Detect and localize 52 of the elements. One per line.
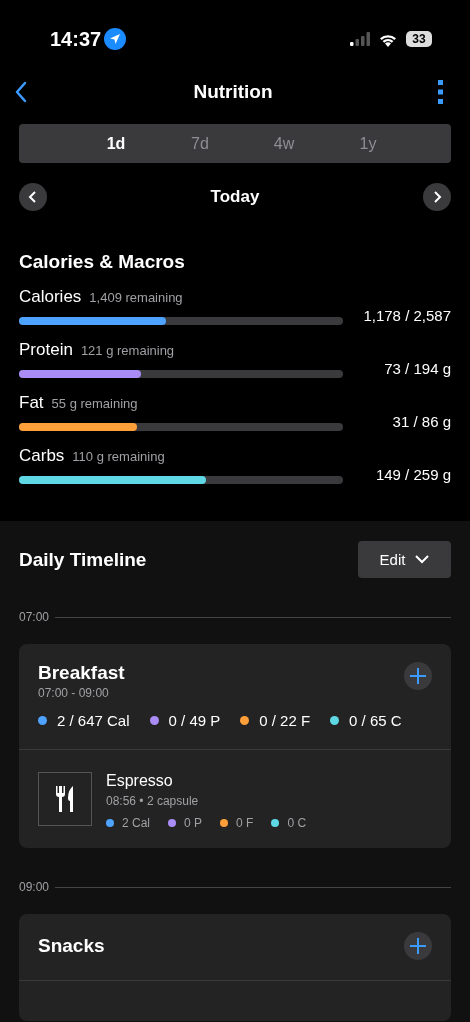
macro-reading: 73 / 194 g [384, 359, 451, 377]
section-title: Daily Timeline [19, 548, 147, 571]
date-label: Today [210, 187, 260, 207]
chevron-down-icon [415, 555, 430, 564]
status-time: 14:37 [50, 27, 102, 51]
time-marker: 09:00 [19, 880, 50, 894]
meal-name: Snacks [38, 935, 105, 957]
more-icon[interactable] [438, 80, 444, 104]
add-button[interactable] [404, 932, 432, 960]
chevron-right-icon [432, 190, 442, 204]
plus-icon [410, 938, 426, 954]
remaining-text: 1,409 remaining [89, 290, 183, 305]
plus-icon [410, 668, 426, 684]
macro-value: 0 / 65 C [349, 712, 402, 729]
meal-name: Breakfast [38, 662, 125, 684]
macro-value: 2 Cal [122, 816, 150, 830]
range-tab[interactable]: 7d [158, 124, 242, 163]
add-button[interactable] [404, 662, 432, 690]
macro-name: Fat [19, 393, 44, 413]
previous-day-button[interactable] [19, 183, 47, 211]
macro-value: 0 F [236, 816, 254, 830]
macro-value: 0 P [184, 816, 203, 830]
remaining-text: 121 g remaining [80, 343, 175, 358]
macro-name: Protein [19, 340, 73, 360]
meal-hours: 07:00 - 09:00 [38, 686, 110, 700]
time-marker: 07:00 [19, 610, 50, 624]
macro-reading: 1,178 / 2,587 [363, 306, 451, 324]
signal-icon [350, 32, 370, 46]
remaining-text: 110 g remaining [72, 449, 165, 464]
food-detail: 08:56 • 2 capsule [106, 794, 200, 808]
macro-value: 0 / 22 F [259, 712, 311, 729]
macro-name: Carbs [19, 446, 65, 466]
macro-value: 0 C [287, 816, 307, 830]
macro-value: 0 / 49 P [168, 712, 221, 729]
back-icon[interactable] [14, 81, 28, 103]
macro-value: 2 / 647 Cal [57, 712, 130, 729]
edit-button[interactable]: Edit [358, 541, 451, 578]
chevron-left-icon [28, 190, 38, 204]
remaining-text: 55 g remaining [51, 396, 138, 411]
range-tab[interactable]: 1d [74, 124, 158, 163]
location-icon [104, 28, 127, 50]
food-name: Espresso [106, 772, 174, 790]
macro-reading: 149 / 259 g [375, 465, 451, 483]
macro-reading: 31 / 86 g [392, 412, 451, 430]
cutlery-icon [55, 786, 75, 812]
next-day-button[interactable] [423, 183, 451, 211]
range-tab[interactable]: 4w [242, 124, 326, 163]
macro-name: Calories [19, 287, 82, 307]
range-tab[interactable]: 1y [326, 124, 410, 163]
battery-indicator: 33 [406, 31, 432, 47]
section-title: Calories & Macros [19, 251, 186, 273]
screen-title: Nutrition [193, 81, 273, 103]
